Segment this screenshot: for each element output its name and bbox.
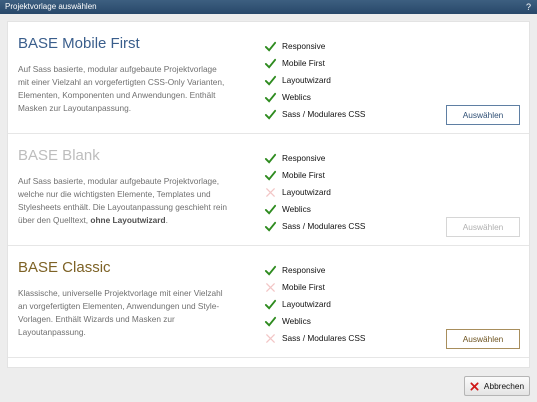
feature-item: Layoutwizard <box>264 296 414 313</box>
template-description: Auf Sass basierte, modular aufgebaute Pr… <box>18 64 225 113</box>
feature-item: Responsive <box>264 38 414 55</box>
feature-label: Layoutwizard <box>282 75 331 85</box>
check-icon <box>264 170 277 181</box>
feature-item: Mobile First <box>264 279 414 296</box>
check-icon <box>264 204 277 215</box>
dialog-titlebar: Projektvorlage auswählen ? <box>0 0 537 14</box>
feature-label: Mobile First <box>282 58 325 68</box>
feature-label: Layoutwizard <box>282 299 331 309</box>
template-title: BASE Classic <box>18 259 111 276</box>
check-icon <box>264 41 277 52</box>
check-icon <box>264 92 277 103</box>
feature-item: Responsive <box>264 150 414 167</box>
check-icon <box>264 109 277 120</box>
cross-icon <box>266 188 275 197</box>
check-icon <box>264 221 277 232</box>
feature-item: Weblics <box>264 201 414 218</box>
feature-label: Responsive <box>282 41 326 51</box>
cross-icon <box>266 334 275 343</box>
select-button-blank[interactable]: Auswählen <box>446 217 520 237</box>
feature-label: Mobile First <box>282 170 325 180</box>
feature-item: Layoutwizard <box>264 184 414 201</box>
help-button[interactable]: ? <box>526 0 531 14</box>
cross-icon <box>266 283 275 292</box>
feature-item: Responsive <box>264 262 414 279</box>
feature-list: Responsive Mobile First Layoutwizard Weblic… <box>264 150 414 235</box>
check-icon <box>264 153 277 164</box>
feature-label: Mobile First <box>282 282 325 292</box>
template-description: Auf Sass basierte, modular aufgebaute Pr… <box>18 176 227 225</box>
feature-label: Sass / Modulares CSS <box>282 109 366 119</box>
template-title: BASE Blank <box>18 147 100 164</box>
check-icon <box>264 265 277 276</box>
feature-item: Mobile First <box>264 167 414 184</box>
check-icon <box>264 299 277 310</box>
feature-label: Weblics <box>282 204 311 214</box>
feature-item: Sass / Modulares CSS <box>264 218 414 235</box>
feature-label: Weblics <box>282 316 311 326</box>
feature-item: Sass / Modulares CSS <box>264 330 414 347</box>
feature-label: Responsive <box>282 265 326 275</box>
template-dialog: Projektvorlage auswählen ? BASE Mobile F… <box>0 0 537 402</box>
feature-item: Weblics <box>264 313 414 330</box>
feature-list: Responsive Mobile First Layoutwizard Weblic… <box>264 38 414 123</box>
feature-label: Sass / Modulares CSS <box>282 221 366 231</box>
feature-label: Weblics <box>282 92 311 102</box>
select-button-classic[interactable]: Auswählen <box>446 329 520 349</box>
feature-item: Weblics <box>264 89 414 106</box>
template-description: Klassische, universelle Projektvorlage m… <box>18 288 223 337</box>
feature-item: Mobile First <box>264 55 414 72</box>
cancel-button[interactable]: Abbrechen <box>464 376 530 396</box>
check-icon <box>264 316 277 327</box>
feature-list: Responsive Mobile First Layoutwizard Weblic… <box>264 262 414 347</box>
template-card-mobile-first: BASE Mobile First Auf Sass basierte, mod… <box>8 22 529 134</box>
check-icon <box>264 58 277 69</box>
select-button-mobile-first[interactable]: Auswählen <box>446 105 520 125</box>
cancel-label: Abbrechen <box>483 381 525 391</box>
template-list: BASE Mobile First Auf Sass basierte, mod… <box>7 21 530 368</box>
close-icon <box>470 381 479 391</box>
feature-item: Sass / Modulares CSS <box>264 106 414 123</box>
dialog-footer: Abbrechen <box>0 372 537 402</box>
feature-label: Layoutwizard <box>282 187 331 197</box>
feature-label: Sass / Modulares CSS <box>282 333 366 343</box>
template-title: BASE Mobile First <box>18 35 140 52</box>
template-card-classic: BASE Classic Klassische, universelle Pro… <box>8 246 529 358</box>
template-card-blank: BASE Blank Auf Sass basierte, modular au… <box>8 134 529 246</box>
check-icon <box>264 75 277 86</box>
feature-item: Layoutwizard <box>264 72 414 89</box>
feature-label: Responsive <box>282 153 326 163</box>
dialog-title: Projektvorlage auswählen <box>5 2 97 11</box>
